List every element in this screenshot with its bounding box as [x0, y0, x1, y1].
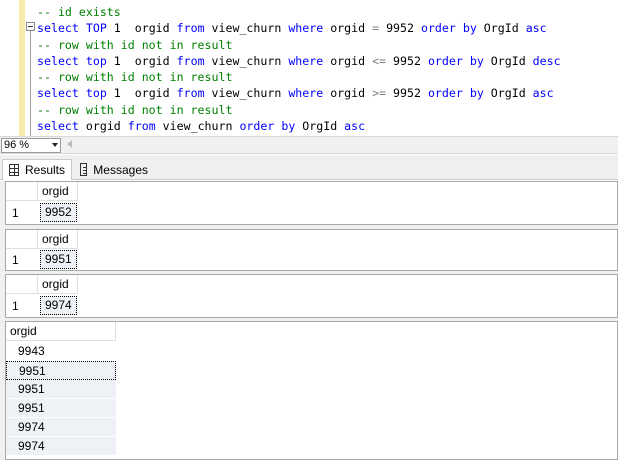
- sql-keyword: where: [288, 21, 331, 36]
- code-line[interactable]: -- row with id not in result: [37, 69, 561, 85]
- code-line[interactable]: -- row with id not in result: [37, 102, 561, 118]
- sql-keyword: from: [176, 86, 212, 101]
- sql-token: OrgId: [490, 86, 533, 101]
- editor-status-bar: 96 %: [0, 136, 618, 154]
- sql-keyword: from: [127, 119, 163, 134]
- sql-comment: -- row with id not in result: [37, 70, 233, 85]
- sql-keyword: select: [37, 119, 86, 134]
- sql-token: view_churn: [211, 86, 289, 101]
- zoom-select[interactable]: 96 %: [1, 138, 61, 153]
- sql-keyword: select: [37, 21, 86, 36]
- sql-keyword: order by: [427, 86, 491, 101]
- cell-orgid[interactable]: 9951: [40, 250, 77, 269]
- results-tabs: Results Messages: [0, 155, 618, 180]
- column-header-orgid[interactable]: orgid: [38, 275, 78, 294]
- chevron-down-icon[interactable]: [52, 143, 58, 147]
- column-header-orgid[interactable]: orgid: [38, 182, 78, 201]
- table-row[interactable]: 9951: [6, 399, 116, 418]
- sql-keyword: order by: [239, 119, 303, 134]
- collapse-toggle-icon[interactable]: [26, 22, 35, 31]
- sql-token: view_churn: [211, 21, 289, 36]
- messages-icon: [80, 163, 88, 176]
- result-grid-4[interactable]: orgid 9943 9951 9951 9951 9974 9974: [5, 321, 618, 460]
- sql-keyword: where: [288, 86, 331, 101]
- query-editor[interactable]: -- id exists select TOP 1 orgid from view…: [0, 0, 618, 136]
- sql-keyword: top: [85, 53, 114, 68]
- code-line[interactable]: select top 1 orgid from view_churn where…: [37, 85, 561, 101]
- grid-corner[interactable]: [6, 182, 38, 201]
- tab-messages-label: Messages: [93, 162, 148, 177]
- sql-token: view_churn: [211, 53, 289, 68]
- result-grid-1[interactable]: orgid 1 9952: [5, 181, 618, 225]
- sql-keyword: asc: [525, 21, 547, 36]
- column-header-orgid[interactable]: orgid: [6, 322, 116, 341]
- table-row[interactable]: 9974: [6, 437, 116, 456]
- code-line[interactable]: select TOP 1 orgid from view_churn where…: [37, 20, 561, 36]
- grid-icon: [9, 164, 19, 176]
- row-number[interactable]: 1: [6, 202, 38, 224]
- cell-orgid[interactable]: 9952: [40, 203, 77, 222]
- column-header-orgid[interactable]: orgid: [38, 230, 78, 249]
- sql-keyword: order by: [420, 21, 484, 36]
- table-row[interactable]: 9951: [6, 380, 116, 399]
- code-line[interactable]: -- id exists: [37, 4, 561, 20]
- zoom-value: 96 %: [4, 139, 30, 151]
- scroll-left-icon[interactable]: [67, 140, 72, 148]
- sql-comment: -- row with id not in result: [37, 102, 233, 117]
- code-line[interactable]: select orgid from view_churn order by Or…: [37, 118, 561, 134]
- table-row[interactable]: 9974: [6, 418, 116, 437]
- sql-token: OrgId: [302, 119, 345, 134]
- changed-lines-gutter: [19, 0, 25, 136]
- grid-corner[interactable]: [6, 230, 38, 249]
- sql-token: OrgId: [483, 21, 526, 36]
- result-grid-2[interactable]: orgid 1 9951: [5, 229, 618, 271]
- tab-results-label: Results: [24, 163, 65, 177]
- outline-guide: [30, 31, 31, 136]
- sql-token: orgid: [330, 53, 373, 68]
- sql-token: 9952: [393, 53, 428, 68]
- sql-token: 1 orgid: [113, 21, 177, 36]
- sql-code[interactable]: -- id exists select TOP 1 orgid from view…: [37, 4, 561, 134]
- code-line[interactable]: select top 1 orgid from view_churn where…: [37, 53, 561, 69]
- sql-token: >=: [372, 86, 394, 101]
- table-row[interactable]: 9943: [6, 342, 116, 361]
- tab-messages[interactable]: Messages: [74, 159, 154, 180]
- code-line[interactable]: -- row with id not in result: [37, 37, 561, 53]
- sql-comment: -- row with id not in result: [37, 37, 233, 52]
- sql-keyword: from: [176, 21, 212, 36]
- sql-keyword: where: [288, 53, 331, 68]
- row-number[interactable]: 1: [6, 249, 38, 271]
- sql-token: orgid: [330, 21, 373, 36]
- result-grid-3[interactable]: orgid 1 9974: [5, 274, 618, 318]
- row-number[interactable]: 1: [6, 295, 38, 317]
- sql-token: =: [372, 21, 387, 36]
- sql-token: orgid: [85, 119, 128, 134]
- sql-token: 9952: [386, 21, 421, 36]
- sql-keyword: asc: [344, 119, 366, 134]
- results-pane: orgid 1 9952 orgid 1 9951 orgid 1 9974 o…: [0, 181, 618, 460]
- sql-keyword: TOP: [85, 21, 114, 36]
- sql-token: 1 orgid: [113, 86, 177, 101]
- cell-orgid[interactable]: 9974: [40, 296, 77, 315]
- table-row[interactable]: 9951: [6, 361, 116, 380]
- tab-results[interactable]: Results: [2, 159, 72, 180]
- sql-token: orgid: [330, 86, 373, 101]
- sql-token: OrgId: [490, 53, 533, 68]
- sql-token: 1 orgid: [113, 53, 177, 68]
- sql-keyword: select: [37, 86, 86, 101]
- sql-keyword: top: [85, 86, 114, 101]
- grid-corner[interactable]: [6, 275, 38, 294]
- sql-keyword: desc: [532, 53, 561, 68]
- sql-keyword: from: [176, 53, 212, 68]
- sql-keyword: select: [37, 53, 86, 68]
- sql-token: <=: [372, 53, 394, 68]
- sql-token: 9952: [393, 86, 428, 101]
- sql-keyword: order by: [427, 53, 491, 68]
- sql-keyword: asc: [532, 86, 554, 101]
- sql-comment: -- id exists: [37, 5, 121, 19]
- sql-token: view_churn: [162, 119, 240, 134]
